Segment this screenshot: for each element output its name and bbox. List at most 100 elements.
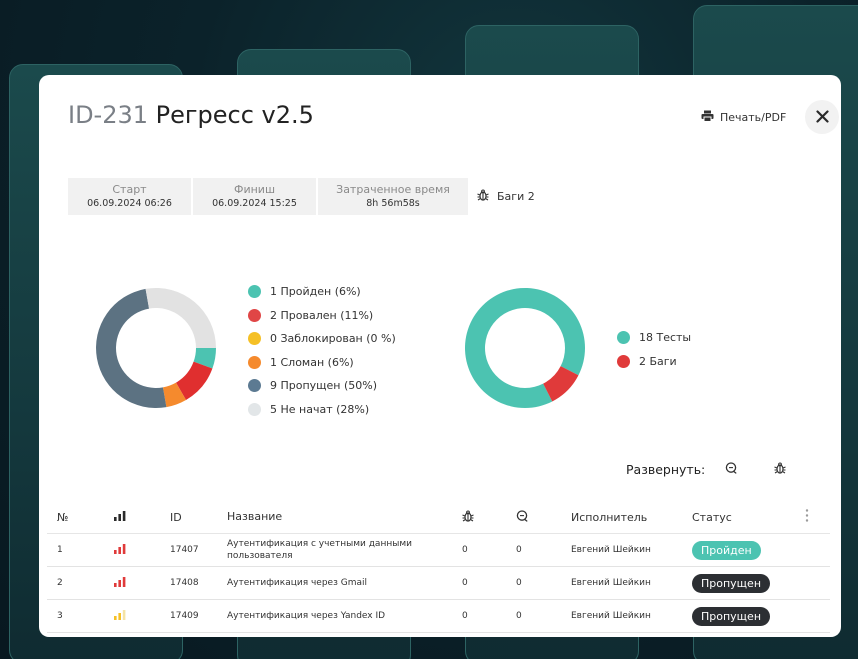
priority-bars-icon [114,543,126,557]
status-donut-chart [96,288,216,408]
row-comments: 0 [516,611,522,621]
table-row[interactable]: 1 17407 Аутентификация с учетными данным… [47,534,830,567]
status-badge[interactable]: Пропущен [692,606,771,626]
print-pdf-label: Печать/PDF [720,111,787,124]
row-id: 17409 [170,611,199,621]
col-status: Статус [692,510,732,524]
row-bugs: 0 [462,545,468,555]
row-status: Пропущен [692,567,771,599]
legend-dot [248,379,261,393]
status-badge[interactable]: Пройден [692,540,761,560]
stat-label: Затраченное время [336,182,450,196]
priority-bars-icon [114,576,126,590]
run-id: ID-231 [68,101,149,129]
row-id: 17408 [170,578,199,588]
col-name: Название [227,510,283,523]
table-row[interactable]: 2 17408 Аутентификация через Gmail 0 0 Е… [47,567,830,600]
col-num: № [57,510,69,524]
test-cases-table: № ID Название Исполнитель Статус 1 17407… [47,501,830,633]
legend-item-passed: 1 Пройден (6%) [248,280,396,304]
close-button[interactable] [805,100,839,134]
legend-label: 5 Не начат (28%) [270,402,370,416]
stat-start: Старт 06.09.2024 06:26 [68,178,191,215]
run-stats: Старт 06.09.2024 06:26 Финиш 06.09.2024 … [68,178,468,215]
legend-label: 2 Провален (11%) [270,308,374,322]
legend-item-broken: 1 Сломан (6%) [248,351,396,375]
bugs-count-label: Баги 2 [497,190,535,203]
legend-label: 1 Пройден (6%) [270,285,361,299]
stat-value: 06.09.2024 15:25 [212,197,297,209]
legend-item-blocked: 0 Заблокирован (0 %) [248,327,396,351]
row-name[interactable]: Аутентификация через Gmail [227,567,437,599]
stat-label: Старт [112,182,147,196]
status-legend: 1 Пройден (6%) 2 Провален (11%) 0 Заблок… [248,280,396,421]
row-executor: Евгений Шейкин [571,578,651,588]
col-bugs [462,501,474,533]
row-name[interactable]: Аутентификация с учетными данными пользо… [227,534,437,566]
print-pdf-button[interactable]: Печать/PDF [701,110,786,125]
table-header: № ID Название Исполнитель Статус [47,501,830,534]
column-settings-button[interactable] [805,501,809,533]
expand-controls: Развернуть: [626,462,786,477]
legend-item-not-started: 5 Не начат (28%) [248,398,396,422]
close-icon [815,108,829,127]
expand-comments-toggle[interactable] [725,462,737,477]
stat-elapsed: Затраченное время 8h 56m58s [318,178,468,215]
row-status: Пропущен [692,600,771,632]
priority-bars-icon [114,609,126,623]
tests-bugs-donut-chart [465,288,585,408]
donut-slice-6 [145,288,216,348]
col-id: ID [170,510,182,524]
more-vertical-icon [805,509,809,525]
row-comments: 0 [516,578,522,588]
stat-value: 06.09.2024 06:26 [87,197,172,209]
legend-dot [617,331,630,345]
printer-icon [701,110,714,125]
stat-label: Финиш [233,182,276,196]
priority-cell [114,534,126,566]
page-title: ID-231 Регресс v2.5 [68,101,314,129]
comment-icon [725,462,737,477]
bugs-count: Баги 2 [477,189,535,204]
legend-label: 18 Тесты [639,331,692,345]
legend-dot [248,402,261,416]
stat-value: 8h 56m58s [366,197,420,209]
legend-label: 0 Заблокирован (0 %) [270,332,396,346]
status-badge[interactable]: Пропущен [692,573,771,593]
row-status: Пройден [692,534,761,566]
row-bugs: 0 [462,578,468,588]
legend-label: 2 Баги [639,354,677,368]
row-executor: Евгений Шейкин [571,611,651,621]
legend-dot [248,285,261,299]
row-executor: Евгений Шейкин [571,545,651,555]
priority-cell [114,600,126,632]
legend-item-tests: 18 Тесты [617,326,691,350]
bug-icon [462,509,474,525]
expand-label: Развернуть: [626,462,706,477]
legend-item-bugs: 2 Баги [617,350,691,374]
expand-bugs-toggle[interactable] [774,462,786,477]
row-bugs: 0 [462,611,468,621]
priority-bars-icon [114,510,126,524]
legend-dot [617,354,630,368]
row-num: 3 [57,611,63,621]
row-comments: 0 [516,545,522,555]
run-report-modal: ID-231 Регресс v2.5 Печать/PDF Старт 06.… [39,75,841,637]
comment-icon [516,509,528,525]
priority-cell [114,567,126,599]
legend-label: 1 Сломан (6%) [270,355,354,369]
tests-bugs-legend: 18 Тесты 2 Баги [617,326,691,373]
row-num: 2 [57,578,63,588]
bug-icon [477,189,489,204]
table-row[interactable]: 3 17409 Аутентификация через Yandex ID 0… [47,600,830,633]
col-priority[interactable] [114,501,126,533]
row-num: 1 [57,545,63,555]
stat-finish: Финиш 06.09.2024 15:25 [193,178,316,215]
bug-icon [774,462,786,477]
legend-item-failed: 2 Провален (11%) [248,304,396,328]
legend-item-skipped: 9 Пропущен (50%) [248,374,396,398]
legend-dot [248,332,261,346]
legend-dot [248,308,261,322]
row-name[interactable]: Аутентификация через Yandex ID [227,600,437,632]
col-comments [516,501,528,533]
